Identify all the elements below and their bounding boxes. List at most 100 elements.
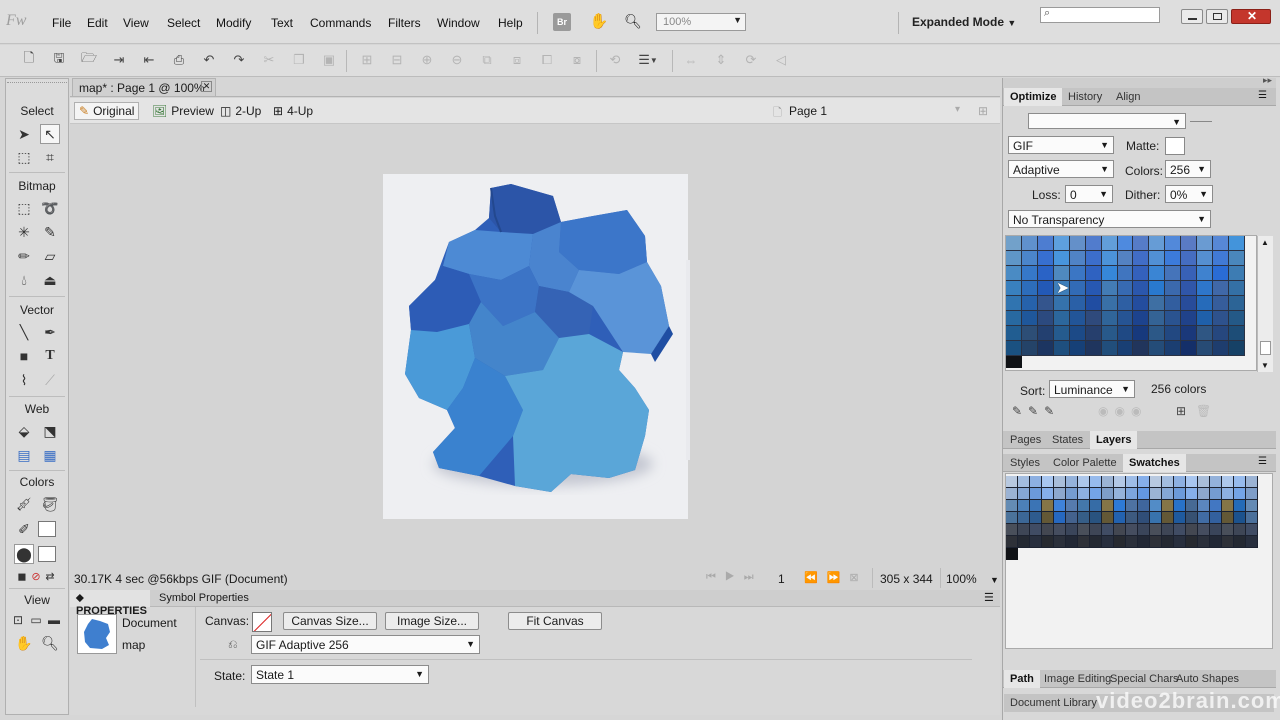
color-cell[interactable] [1117,326,1134,341]
swatch-cell[interactable] [1090,488,1102,500]
swatch-cell[interactable] [1138,488,1150,500]
color-cell[interactable] [1069,341,1086,356]
color-cell[interactable] [1101,326,1118,341]
swap-colors-icon[interactable]: ⇄ [40,566,60,586]
swatch-cell[interactable] [1078,524,1090,536]
swatch-cell[interactable] [1150,500,1162,512]
color-cell[interactable] [1133,281,1150,296]
swatch-cell[interactable] [1162,476,1174,488]
color-cell[interactable] [1133,311,1150,326]
export-setting-select[interactable]: GIF Adaptive 256 ▼ [251,635,480,654]
color-cell[interactable] [1037,236,1054,251]
swatch-cell[interactable] [1222,476,1234,488]
swatch-cell[interactable] [1162,488,1174,500]
color-cell[interactable] [1021,251,1038,266]
tab-layers[interactable]: Layers [1090,431,1138,449]
tab-preview[interactable]: 🖼︎ Preview [148,102,218,120]
undo-icon[interactable]: ↶ [200,52,218,68]
color-cell[interactable] [1213,341,1230,356]
color-cell[interactable] [1117,341,1134,356]
menu-filters[interactable]: Filters [388,16,421,30]
color-cell[interactable] [1229,311,1245,326]
color-cell[interactable] [1101,251,1118,266]
swatch-cell[interactable] [1054,500,1066,512]
color-cell[interactable] [1021,341,1038,356]
color-cell[interactable] [1229,236,1245,251]
swatch-cell[interactable] [1222,512,1234,524]
color-cell[interactable] [1197,236,1214,251]
swatch-cell[interactable] [1114,512,1126,524]
swatch-cell[interactable] [1114,476,1126,488]
eraser-tool-icon[interactable]: ▱ [40,246,60,266]
swatch-cell[interactable] [1030,500,1042,512]
color-cell[interactable] [1197,326,1214,341]
swatch-cell[interactable] [1018,512,1030,524]
canvas-color-swatch[interactable] [252,612,272,632]
color-cell[interactable] [1101,236,1118,251]
print-icon[interactable]: ⎙ [170,52,188,68]
redo-icon[interactable]: ↷ [230,52,248,68]
swatch-cell[interactable] [1078,476,1090,488]
image-size-button[interactable]: Image Size... [385,612,479,630]
swatch-cell[interactable] [1102,536,1114,548]
swatch-cell[interactable] [1006,488,1018,500]
blur-tool-icon[interactable]: 💧︎ [14,270,34,290]
color-cell[interactable] [1213,236,1230,251]
color-cell[interactable] [1085,236,1102,251]
swatch-cell[interactable] [1198,536,1210,548]
swatch-cell[interactable] [1210,476,1222,488]
format-select[interactable]: GIF ▼ [1008,136,1114,154]
color-cell[interactable] [1181,296,1198,311]
swatch-cell[interactable] [1066,512,1078,524]
color-cell[interactable] [1006,341,1022,356]
swatch-cell[interactable] [1042,476,1054,488]
swatch-cell[interactable] [1042,536,1054,548]
collapse-dock-icon[interactable]: ▸▸ [1263,75,1272,86]
color-cell[interactable] [1149,296,1166,311]
zoom-icon[interactable]: 🔍︎ [624,12,642,30]
stroke-color-icon[interactable]: ✐ [14,519,34,539]
tab-properties[interactable]: ⬥ PROPERTIES [70,590,150,617]
swatch-cell[interactable] [1090,536,1102,548]
swatch-cell[interactable] [1126,536,1138,548]
swatch-cell[interactable] [1174,536,1186,548]
color-cell[interactable] [1053,251,1070,266]
swatch-cell[interactable] [1018,488,1030,500]
line-tool-icon[interactable]: ╲ [14,322,34,342]
color-cell[interactable] [1165,341,1182,356]
ungroup-icon[interactable]: ⊟ [388,52,406,68]
pencil-tool-icon[interactable]: ✏ [14,246,34,266]
swatch-cell[interactable] [1054,512,1066,524]
fill-color-icon[interactable]: ⬤ [14,544,34,564]
color-cell[interactable] [1149,251,1166,266]
color-cell[interactable] [1069,281,1086,296]
rectangle-tool-icon[interactable]: ■ [14,346,34,366]
color-cell[interactable] [1117,251,1134,266]
swatch-cell[interactable] [1066,476,1078,488]
swatch-cell[interactable] [1138,476,1150,488]
swatch-cell[interactable] [1186,536,1198,548]
swatch-cell[interactable] [1210,500,1222,512]
hand-icon[interactable]: ✋ [590,12,609,30]
color-cell[interactable] [1213,296,1230,311]
swatch-grid[interactable] [1006,476,1258,548]
swatch-cell[interactable] [1030,488,1042,500]
pen-tool-icon[interactable]: ✒ [40,322,60,342]
color-cell[interactable] [1149,266,1166,281]
menu-commands[interactable]: Commands [310,16,371,30]
playback-controls[interactable]: ⏮▶⏭ [706,571,763,584]
swatch-cell[interactable] [1126,524,1138,536]
swatch-cell[interactable] [1114,536,1126,548]
save-icon[interactable]: 🖫 [50,50,68,68]
page-name[interactable]: Page 1 [789,104,827,118]
tab-path[interactable]: Path [1004,670,1040,688]
swatch-cell[interactable] [1066,500,1078,512]
color-cell[interactable] [1085,251,1102,266]
swatch-cell[interactable] [1006,500,1018,512]
swatch-cell[interactable] [1198,476,1210,488]
swatch-cell[interactable] [1042,512,1054,524]
swatch-cell[interactable] [1018,536,1030,548]
join-icon[interactable]: ⊕ [418,52,436,68]
preset-select[interactable]: ▼ [1028,113,1186,129]
swatch-cell[interactable] [1234,488,1246,500]
